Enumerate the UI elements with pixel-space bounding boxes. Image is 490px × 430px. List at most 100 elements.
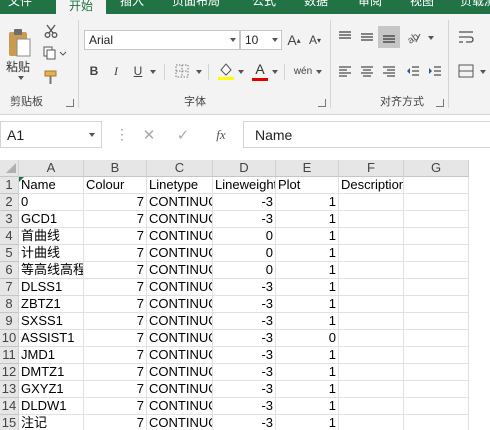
table-cell[interactable]: 1 [276,313,339,330]
merge-center-button[interactable] [456,62,476,80]
table-cell[interactable]: CONTINUOUS [147,398,213,415]
row-header[interactable]: 11 [0,347,19,364]
table-cell[interactable]: 1 [276,262,339,279]
table-cell[interactable]: 1 [276,398,339,415]
table-cell[interactable] [339,364,404,381]
table-cell[interactable]: -3 [213,313,276,330]
table-cell[interactable] [339,398,404,415]
table-cell[interactable]: 7 [84,211,147,228]
table-cell[interactable]: GCD1 [19,211,84,228]
row-header[interactable]: 6 [0,262,19,279]
phonetic-dropdown-icon[interactable] [316,70,322,74]
table-cell[interactable]: 7 [84,296,147,313]
table-cell[interactable]: 7 [84,398,147,415]
table-cell[interactable]: 注记 [19,415,84,430]
fill-color-dropdown-icon[interactable] [238,70,244,74]
column-header-e[interactable]: E [276,160,339,177]
row-header[interactable]: 15 [0,415,19,430]
table-cell[interactable]: Linetype [147,177,213,194]
table-cell[interactable] [404,313,469,330]
table-cell[interactable] [339,415,404,430]
row-header[interactable]: 9 [0,313,19,330]
table-cell[interactable]: SXSS1 [19,313,84,330]
table-cell[interactable]: CONTINUOUS [147,194,213,211]
row-header[interactable]: 8 [0,296,19,313]
orientation-dropdown-icon[interactable] [428,36,434,40]
font-dialog-launcher-icon[interactable] [318,99,326,107]
formula-input[interactable]: Name [243,121,490,148]
borders-button[interactable] [172,62,192,80]
table-cell[interactable] [404,228,469,245]
table-cell[interactable]: CONTINUOUS [147,313,213,330]
table-cell[interactable]: 7 [84,245,147,262]
table-cell[interactable]: -3 [213,296,276,313]
chevron-down-icon[interactable] [89,133,95,137]
table-cell[interactable] [339,262,404,279]
table-cell[interactable]: 0 [213,245,276,262]
table-cell[interactable]: DMTZ1 [19,364,84,381]
table-cell[interactable]: CONTINUOUS [147,228,213,245]
cut-button[interactable] [42,22,60,40]
borders-dropdown-icon[interactable] [196,70,202,74]
table-cell[interactable] [404,194,469,211]
table-cell[interactable]: 7 [84,262,147,279]
table-cell[interactable]: -3 [213,194,276,211]
table-cell[interactable]: 0 [213,228,276,245]
table-cell[interactable] [339,347,404,364]
table-cell[interactable] [404,415,469,430]
table-cell[interactable]: 0 [276,330,339,347]
decrease-font-size-icon[interactable]: A ▾ [306,30,324,50]
table-cell[interactable]: 计曲线 [19,245,84,262]
underline-button[interactable]: U [130,62,146,80]
table-cell[interactable]: JMD1 [19,347,84,364]
table-cell[interactable]: GXYZ1 [19,381,84,398]
table-cell[interactable]: Colour [84,177,147,194]
table-cell[interactable] [404,381,469,398]
table-cell[interactable]: -3 [213,211,276,228]
row-header[interactable]: 5 [0,245,19,262]
table-cell[interactable]: CONTINUOUS [147,330,213,347]
table-cell[interactable]: 7 [84,313,147,330]
tab-file[interactable]: 文件 [8,0,32,14]
table-cell[interactable]: 7 [84,194,147,211]
insert-function-icon[interactable]: fx [206,123,236,147]
tab-review[interactable]: 审阅 [358,0,382,14]
table-cell[interactable]: Plot [276,177,339,194]
paste-dropdown-icon[interactable] [18,76,24,80]
paste-button[interactable] [4,24,34,62]
name-box[interactable]: A1 [0,121,102,148]
table-cell[interactable]: CONTINUOUS [147,296,213,313]
table-cell[interactable]: 1 [276,245,339,262]
table-cell[interactable]: 7 [84,415,147,430]
table-cell[interactable]: 7 [84,279,147,296]
table-cell[interactable] [404,364,469,381]
table-cell[interactable] [404,262,469,279]
column-header-g[interactable]: G [404,160,469,177]
tab-insert[interactable]: 插入 [120,0,144,14]
alignment-dialog-launcher-icon[interactable] [436,99,444,107]
table-cell[interactable]: 1 [276,381,339,398]
table-cell[interactable]: -3 [213,279,276,296]
font-size-combo[interactable]: 10 [240,30,282,50]
table-cell[interactable] [339,228,404,245]
table-cell[interactable]: -3 [213,330,276,347]
table-cell[interactable]: ASSIST1 [19,330,84,347]
table-cell[interactable] [404,211,469,228]
decrease-indent-button[interactable] [404,62,422,80]
tab-data[interactable]: 数据 [304,0,328,14]
row-header[interactable]: 13 [0,381,19,398]
table-cell[interactable] [339,279,404,296]
table-cell[interactable]: 7 [84,381,147,398]
table-cell[interactable]: Description [339,177,404,194]
column-header-b[interactable]: B [84,160,147,177]
format-painter-button[interactable] [42,68,60,86]
column-header-f[interactable]: F [339,160,404,177]
table-cell[interactable]: CONTINUOUS [147,347,213,364]
table-cell[interactable]: CONTINUOUS [147,381,213,398]
table-cell[interactable]: 1 [276,347,339,364]
clipboard-dialog-launcher-icon[interactable] [66,99,74,107]
align-left-button[interactable] [336,62,354,80]
table-cell[interactable] [339,313,404,330]
merge-dropdown-icon[interactable] [480,70,486,74]
row-header[interactable]: 4 [0,228,19,245]
